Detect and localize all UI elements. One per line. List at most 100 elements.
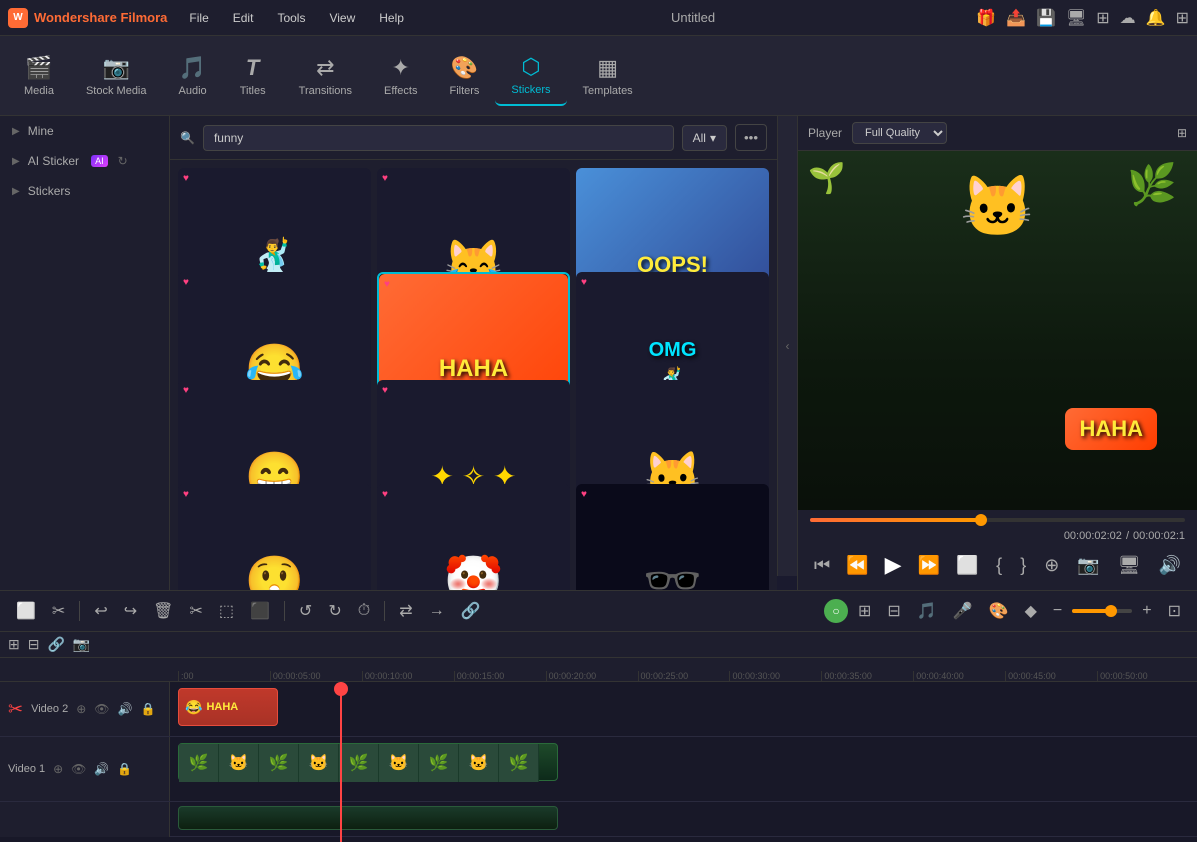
rotate-right-button[interactable]: ↻ — [322, 597, 347, 625]
layout-button[interactable]: ⊞ — [1177, 126, 1187, 140]
mark-out-button[interactable]: } — [1016, 551, 1030, 580]
camera-track-icon[interactable]: 📷 — [73, 636, 90, 653]
progress-bar[interactable] — [810, 518, 1185, 522]
track-video1-add-icon[interactable]: ⊕ — [53, 762, 63, 776]
zoom-out-button[interactable]: − — [1047, 598, 1068, 624]
link-tracks-icon[interactable]: 🔗 — [47, 636, 64, 653]
crop-button[interactable]: ⬚ — [213, 597, 240, 625]
track-options-icon[interactable]: ⊟ — [28, 636, 40, 653]
cut-button[interactable]: ✂ — [183, 597, 208, 625]
fit-button[interactable]: ⊡ — [1162, 597, 1187, 625]
monitor-icon[interactable]: 🖥 — [1066, 8, 1086, 28]
insert-button[interactable]: ⊕ — [1040, 551, 1063, 580]
more-options-button[interactable]: ••• — [735, 124, 767, 151]
search-input[interactable] — [203, 125, 674, 151]
extend-button[interactable]: ⬛ — [244, 597, 276, 625]
redo-button[interactable]: ↪ — [118, 597, 143, 625]
sticker-emoji-11: 🤡 — [444, 552, 504, 590]
thumb-4: 🐱 — [299, 744, 339, 782]
toolbar-media[interactable]: 🎬 Media — [8, 47, 70, 105]
logo-icon: W — [8, 8, 28, 28]
sidebar-item-ai-sticker[interactable]: ▶ AI Sticker AI ↻ — [0, 146, 169, 176]
select-tool-button[interactable]: ⬜ — [10, 597, 42, 625]
menu-tools[interactable]: Tools — [271, 7, 311, 29]
sticker-item-10[interactable]: ♥ 😲 ⬇ — [178, 484, 371, 590]
link-button[interactable]: 🔗 — [455, 597, 487, 625]
sticker-item-11[interactable]: ♥ 🤡 ⬇ — [377, 484, 570, 590]
delete-button[interactable]: 🗑 — [147, 597, 179, 625]
toolbar-transitions[interactable]: ⇄ Transitions — [283, 47, 368, 105]
snapshot-button[interactable]: 📷 — [1073, 551, 1103, 580]
heart-icon-4: ♥ — [183, 277, 189, 288]
toolbar-stickers[interactable]: ⬡ Stickers — [495, 46, 566, 106]
plant-left-emoji: 🌱 — [808, 161, 845, 196]
refresh-icon[interactable]: ↻ — [118, 154, 128, 168]
circle-icon: ○ — [832, 604, 839, 618]
toolbar-titles[interactable]: T Titles — [223, 47, 283, 105]
track-video2-add-icon[interactable]: ⊕ — [76, 702, 86, 716]
razor-tool-button[interactable]: ✂ — [46, 597, 71, 625]
color-button[interactable]: 🎨 — [983, 597, 1015, 625]
frame-back-button[interactable]: ⏪ — [842, 551, 872, 580]
volume-button[interactable]: 🔊 — [1155, 551, 1185, 580]
toolbar-audio[interactable]: 🎵 Audio — [163, 47, 223, 105]
save-icon[interactable]: 💾 — [1036, 8, 1056, 28]
toolbar-templates[interactable]: ▦ Templates — [567, 47, 649, 105]
menu-items: File Edit Tools View Help — [183, 7, 410, 29]
add-track-icon[interactable]: ⊞ — [8, 636, 20, 653]
speed-button[interactable]: ⏱ — [352, 598, 376, 624]
thumb-5: 🌿 — [339, 744, 379, 782]
zoom-slider[interactable] — [1072, 609, 1132, 613]
forward-button[interactable]: → — [423, 598, 451, 624]
audio-clip[interactable] — [178, 806, 558, 830]
audio-button[interactable]: 🎵 — [911, 597, 943, 625]
filter-dropdown[interactable]: All ▾ — [682, 125, 727, 151]
toolbar-filters[interactable]: 🎨 Filters — [433, 47, 495, 105]
fullscreen-button[interactable]: ⬜ — [952, 551, 982, 580]
sidebar-item-mine[interactable]: ▶ Mine — [0, 116, 169, 146]
ripple-button[interactable]: ⊞ — [852, 597, 877, 625]
share-icon[interactable]: 📤 — [1006, 8, 1026, 28]
sticker-item-12[interactable]: ♥ 🕶️ ⬇ — [576, 484, 769, 590]
snap-button[interactable]: ⊟ — [881, 597, 906, 625]
track-video1-audio-icon[interactable]: 🔊 — [94, 762, 109, 776]
cloud-icon[interactable]: ☁ — [1120, 8, 1136, 28]
keyframe-button[interactable]: ◆ — [1019, 597, 1043, 625]
toolbar-effects[interactable]: ✦ Effects — [368, 47, 433, 105]
timeline: ⊞ ⊟ 🔗 📷 :00 00:00:05:00 00:00:10:00 00:0… — [0, 632, 1197, 842]
track-video2-audio-icon[interactable]: 🔊 — [118, 702, 133, 716]
toolbar-templates-label: Templates — [583, 85, 633, 97]
sidebar-toggle[interactable]: ‹ — [777, 116, 797, 576]
menu-help[interactable]: Help — [373, 7, 410, 29]
notification-icon[interactable]: 🔔 — [1146, 8, 1166, 28]
gift-icon[interactable]: 🎁 — [976, 8, 996, 28]
sticker-clip[interactable]: 😂 HAHA — [178, 688, 278, 726]
quality-select[interactable]: Full Quality Half Quality — [852, 122, 947, 144]
skip-back-button[interactable]: ⏮ — [810, 551, 834, 580]
track-video1-eye-icon[interactable]: 👁 — [71, 762, 86, 776]
track-video1-lock-icon[interactable]: 🔒 — [117, 762, 132, 776]
video-background: 🐱 🌿 🌱 HAHA — [798, 151, 1197, 510]
menu-edit[interactable]: Edit — [227, 7, 260, 29]
split-button[interactable]: ⇄ — [393, 597, 418, 625]
track-video2-eye-icon[interactable]: 👁 — [94, 702, 109, 716]
zoom-in-button[interactable]: + — [1136, 598, 1157, 624]
toolbar-stock[interactable]: 📷 Stock Media — [70, 47, 163, 105]
apps-icon[interactable]: ⊞ — [1176, 8, 1189, 28]
green-circle-button[interactable]: ○ — [824, 599, 848, 623]
rotate-left-button[interactable]: ↺ — [293, 597, 318, 625]
menu-view[interactable]: View — [323, 7, 361, 29]
menu-file[interactable]: File — [183, 7, 214, 29]
sidebar-item-stickers[interactable]: ▶ Stickers — [0, 176, 169, 206]
sticker-clip-icon: 😂 — [185, 699, 202, 716]
screen-button[interactable]: 🖥 — [1114, 551, 1145, 580]
play-button[interactable]: ▶ — [881, 548, 906, 582]
track-video1-label: Video 1 — [8, 763, 45, 775]
track-video2-lock-icon[interactable]: 🔒 — [140, 702, 155, 716]
frame-forward-button[interactable]: ⏩ — [914, 551, 944, 580]
mark-in-button[interactable]: { — [992, 551, 1006, 580]
main-video-clip[interactable]: 🌿 🐱 🌿 🐱 🌿 🐱 🌿 🐱 🌿 — [178, 743, 558, 781]
grid-icon[interactable]: ⊞ — [1096, 8, 1109, 28]
undo-button[interactable]: ↩ — [88, 597, 113, 625]
voice-button[interactable]: 🎤 — [947, 597, 979, 625]
